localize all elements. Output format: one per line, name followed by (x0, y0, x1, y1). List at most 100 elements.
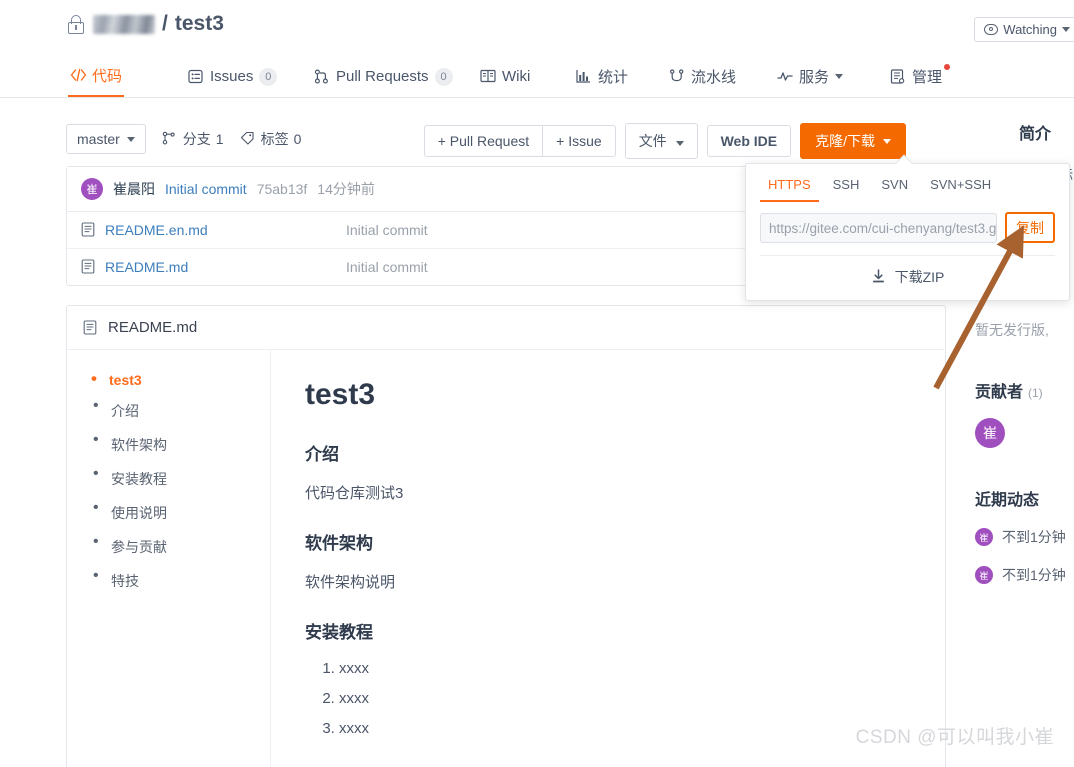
latest-commit-row: 崔 崔晨阳 Initial commit 75ab13f 14分钟前 (67, 167, 765, 212)
new-pull-request-button[interactable]: + Pull Request (423, 125, 544, 157)
sidebar-contributors-header: 贡献者 (1) (975, 378, 1074, 402)
clone-protocol-tabs: HTTPS SSH SVN SVN+SSH (746, 164, 1069, 202)
pulse-icon (777, 69, 793, 85)
list-item[interactable]: 崔 不到1分钟 (975, 527, 1074, 547)
settings-icon (890, 68, 906, 85)
readme-title: test3 (305, 378, 376, 411)
book-icon (480, 69, 496, 85)
file-name: README.md (105, 259, 189, 275)
file-icon (81, 259, 97, 275)
file-browser-card: 崔 崔晨阳 Initial commit 75ab13f 14分钟前 READM… (66, 166, 766, 286)
branches-label: 分支 (182, 131, 211, 147)
tab-issues[interactable]: Issues 0 (186, 56, 279, 97)
list-item[interactable]: 崔 不到1分钟 (975, 565, 1074, 585)
file-link[interactable]: README.en.md (81, 222, 346, 238)
avatar: 崔 (975, 528, 993, 546)
file-name: README.en.md (105, 222, 208, 238)
branches-count: 1 (215, 131, 224, 147)
list-item: xxxx (339, 690, 911, 707)
tab-issues-count: 0 (259, 67, 278, 86)
copy-url-button[interactable]: 复制 (1005, 212, 1055, 243)
tab-pipeline[interactable]: 流水线 (667, 56, 738, 97)
table-row[interactable]: README.md Initial commit (67, 249, 765, 285)
tab-wiki[interactable]: Wiki (478, 56, 532, 97)
web-ide-button[interactable]: Web IDE (706, 125, 792, 157)
repo-toolbar: master 分支 1 标签 0 (66, 124, 301, 154)
readme-ordered-list: xxxx xxxx xxxx (339, 660, 911, 737)
sidebar-contributors-count: (1) (1028, 386, 1043, 400)
tab-services[interactable]: 服务 (775, 56, 845, 97)
file-commit-message: Initial commit (346, 259, 428, 275)
clone-tab-svn[interactable]: SVN (873, 173, 916, 202)
lock-icon (68, 14, 84, 34)
branch-selector-label: master (77, 131, 120, 147)
tags-link[interactable]: 标签 0 (240, 129, 302, 149)
owner-name-redacted[interactable] (93, 14, 155, 34)
new-issue-button[interactable]: + Issue (542, 125, 616, 157)
avatar[interactable]: 崔 (81, 178, 103, 200)
clone-tab-svn-ssh[interactable]: SVN+SSH (922, 173, 999, 202)
toc-item[interactable]: 特技 (91, 567, 270, 591)
sidebar-intro-title: 简介 (1018, 126, 1051, 143)
branch-icon (162, 131, 178, 147)
chevron-down-icon (675, 141, 684, 146)
branches-link[interactable]: 分支 1 (162, 129, 224, 149)
download-icon (871, 269, 887, 285)
clone-download-label: 克隆/下载 (815, 133, 875, 149)
clone-download-button[interactable]: 克隆/下载 (800, 123, 906, 159)
readme-paragraph: 软件架构说明 (305, 574, 396, 591)
tab-manage-label: 管理 (912, 69, 943, 86)
readme-card: README.md test3 介绍 软件架构 安装教程 使用说明 参与贡献 特… (66, 305, 946, 767)
tab-issues-label: Issues (210, 68, 254, 85)
activity-time: 不到1分钟 (1002, 567, 1066, 583)
chevron-down-icon (835, 74, 844, 79)
file-link[interactable]: README.md (81, 259, 346, 275)
avatar: 崔 (975, 566, 993, 584)
tab-services-label: 服务 (799, 69, 830, 86)
clone-tab-https[interactable]: HTTPS (760, 173, 819, 202)
notification-dot (944, 64, 951, 70)
repo-header: / test3 Watching (0, 0, 1074, 52)
sidebar-activity-title: 近期动态 (975, 492, 1040, 509)
table-row[interactable]: README.en.md Initial commit (67, 212, 765, 249)
toc-item[interactable]: 使用说明 (91, 499, 270, 523)
toc-item[interactable]: 介绍 (91, 397, 270, 421)
chart-icon (576, 69, 592, 85)
readme-heading: 安装教程 (305, 623, 373, 642)
issue-icon (188, 69, 204, 85)
eye-icon (984, 24, 999, 35)
clone-tab-ssh[interactable]: SSH (825, 173, 868, 202)
watch-button[interactable]: Watching (974, 17, 1074, 42)
download-zip-link[interactable]: 下载ZIP (746, 256, 1069, 300)
clone-url-input[interactable]: https://gitee.com/cui-chenyang/test3.g (760, 212, 997, 243)
branch-selector[interactable]: master (66, 124, 146, 154)
tags-count: 0 (293, 131, 302, 147)
files-dropdown-button[interactable]: 文件 (624, 123, 698, 159)
readme-header: README.md (67, 306, 945, 350)
pipeline-icon (669, 68, 685, 85)
readme-body: test3 介绍 软件架构 安装教程 使用说明 参与贡献 特技 test3 介绍 (67, 350, 945, 767)
tab-code[interactable]: 代码 (68, 56, 125, 97)
avatar[interactable]: 崔 (975, 418, 1005, 448)
commit-hash[interactable]: 75ab13f (257, 181, 308, 197)
download-zip-label: 下载ZIP (894, 269, 945, 285)
readme-heading: 使用说明 (305, 763, 911, 767)
toc-item[interactable]: 安装教程 (91, 465, 270, 489)
tab-pull-requests[interactable]: Pull Requests 0 (312, 56, 455, 97)
toc-item[interactable]: 软件架构 (91, 431, 270, 455)
repo-action-buttons: + Pull Request + Issue 文件 Web IDE 克隆/下载 (423, 123, 906, 159)
toc-item[interactable]: 参与贡献 (91, 533, 270, 557)
watch-label: Watching (1003, 22, 1057, 37)
tags-label: 标签 (260, 131, 289, 147)
commit-author[interactable]: 崔晨阳 (113, 179, 155, 199)
readme-paragraph: 代码仓库测试3 (305, 485, 404, 502)
tab-manage[interactable]: 管理 (888, 56, 951, 97)
file-commit-message: Initial commit (346, 222, 428, 238)
chevron-down-icon (883, 138, 891, 144)
commit-message[interactable]: Initial commit (165, 181, 247, 197)
tab-statistics[interactable]: 统计 (574, 56, 630, 97)
tab-statistics-label: 统计 (598, 69, 629, 86)
repo-name[interactable]: test3 (175, 12, 224, 36)
toc-item-root[interactable]: test3 (91, 369, 270, 389)
clone-url-row: https://gitee.com/cui-chenyang/test3.g 复… (746, 202, 1069, 255)
